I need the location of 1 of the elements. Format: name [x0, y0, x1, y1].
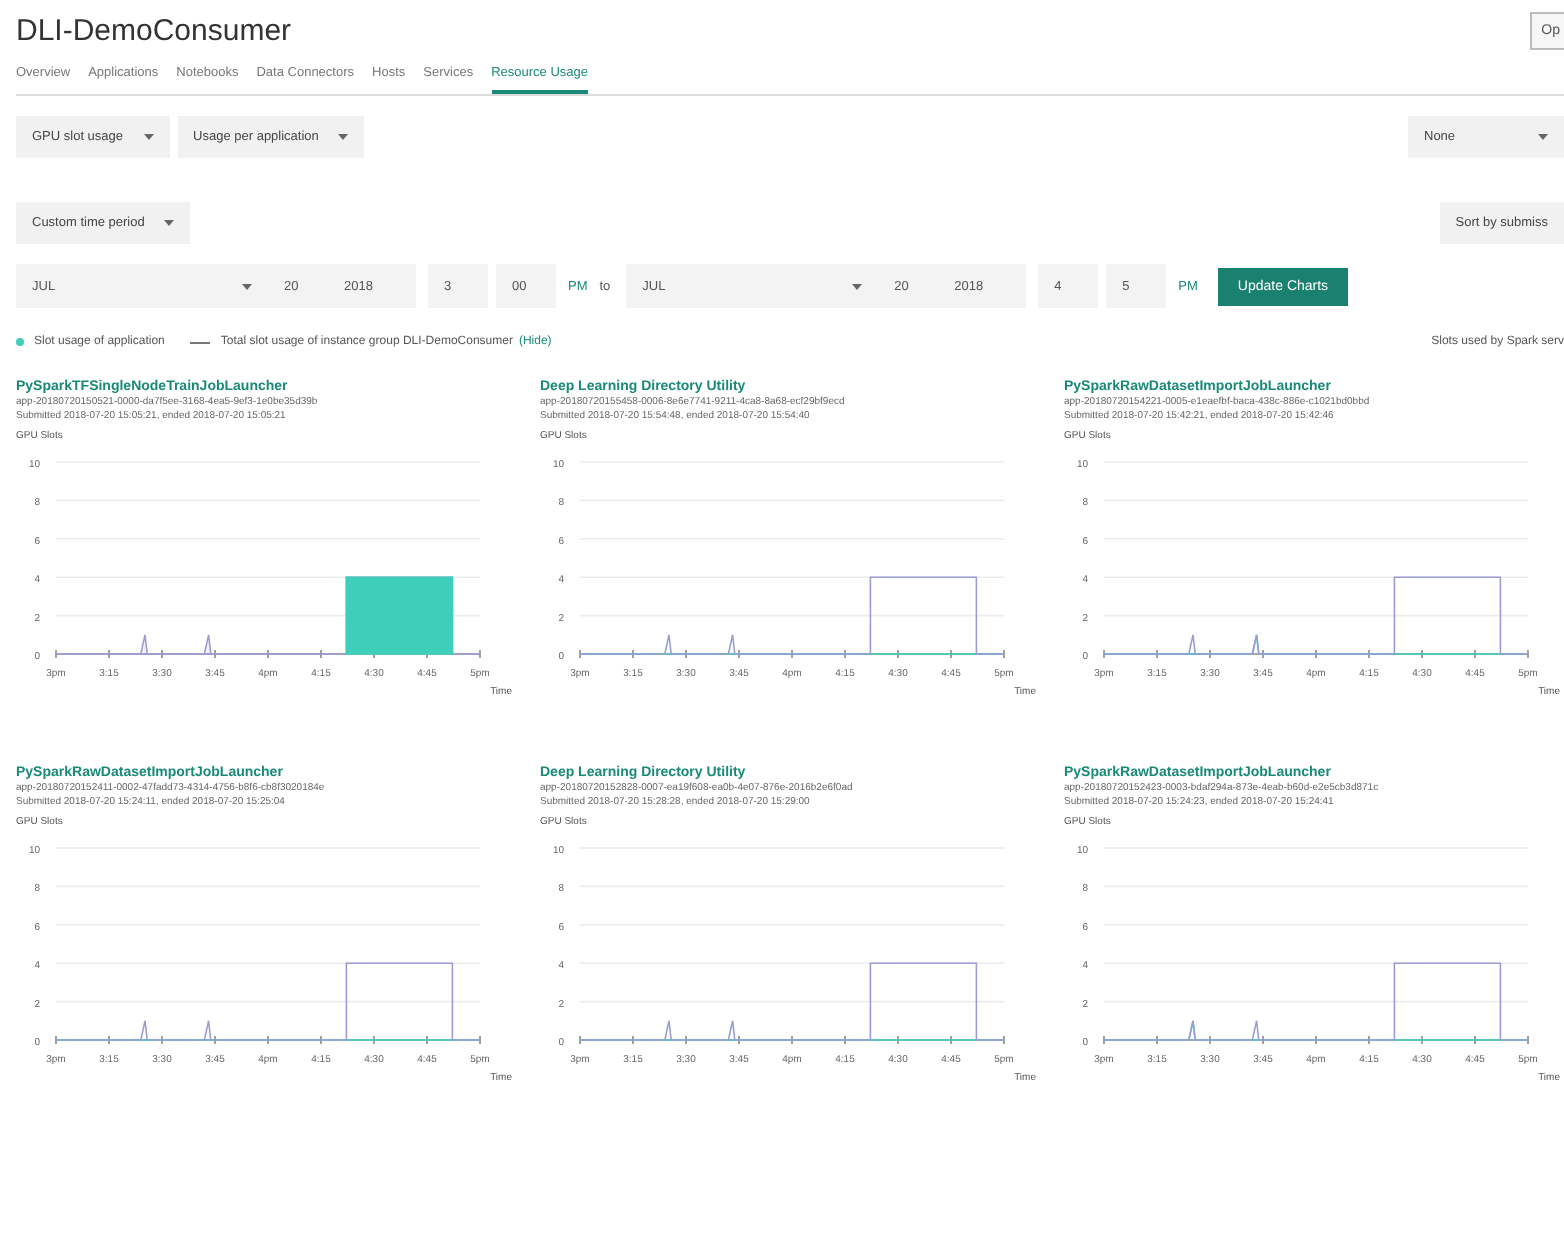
- page-title: DLI-DemoConsumer: [16, 14, 292, 48]
